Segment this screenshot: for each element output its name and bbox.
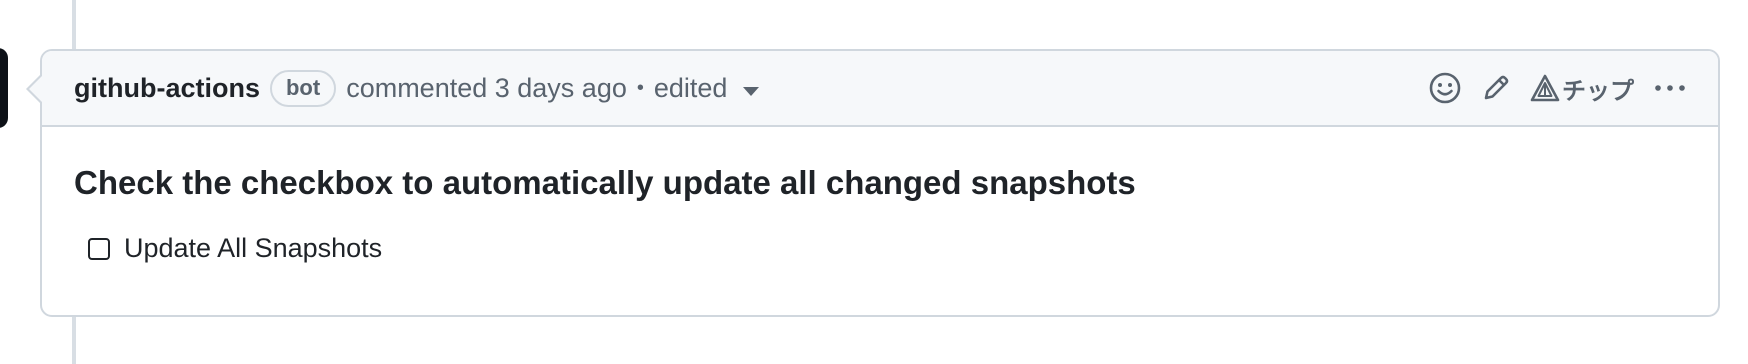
edited-label: edited (653, 72, 728, 103)
comment-body: Check the checkbox to automatically upda… (42, 127, 1718, 264)
avatar[interactable] (0, 48, 8, 128)
pencil-icon (1484, 75, 1509, 100)
comment-heading: Check the checkbox to automatically upda… (74, 164, 1136, 201)
bot-badge: bot (269, 69, 337, 107)
chevron-down-icon (743, 86, 760, 96)
task-label[interactable]: Update All Snapshots (124, 233, 382, 264)
edited-history-dropdown[interactable]: edited (654, 73, 760, 104)
add-reaction-button[interactable] (1428, 71, 1462, 105)
comment-actions: チップ (1428, 71, 1688, 106)
more-options-button[interactable] (1652, 72, 1688, 104)
comment-container: github-actions bot commented 3 days ago … (26, 49, 1720, 317)
kebab-menu-icon (1655, 85, 1685, 91)
task-list-item: Update All Snapshots (88, 233, 1686, 264)
smiley-icon (1429, 72, 1461, 104)
comment-header: github-actions bot commented 3 days ago … (26, 51, 1718, 127)
tip-button[interactable]: チップ (1530, 71, 1634, 106)
comment-timestamp[interactable]: commented 3 days ago (346, 73, 627, 104)
tip-triangle-icon (1530, 74, 1560, 102)
tip-label: チップ (1562, 77, 1634, 105)
update-snapshots-checkbox[interactable] (88, 237, 110, 260)
comment-caret (29, 75, 43, 103)
comment-author-link[interactable]: github-actions (74, 73, 260, 104)
meta-separator: • (636, 76, 644, 99)
edit-comment-button[interactable] (1480, 72, 1512, 104)
